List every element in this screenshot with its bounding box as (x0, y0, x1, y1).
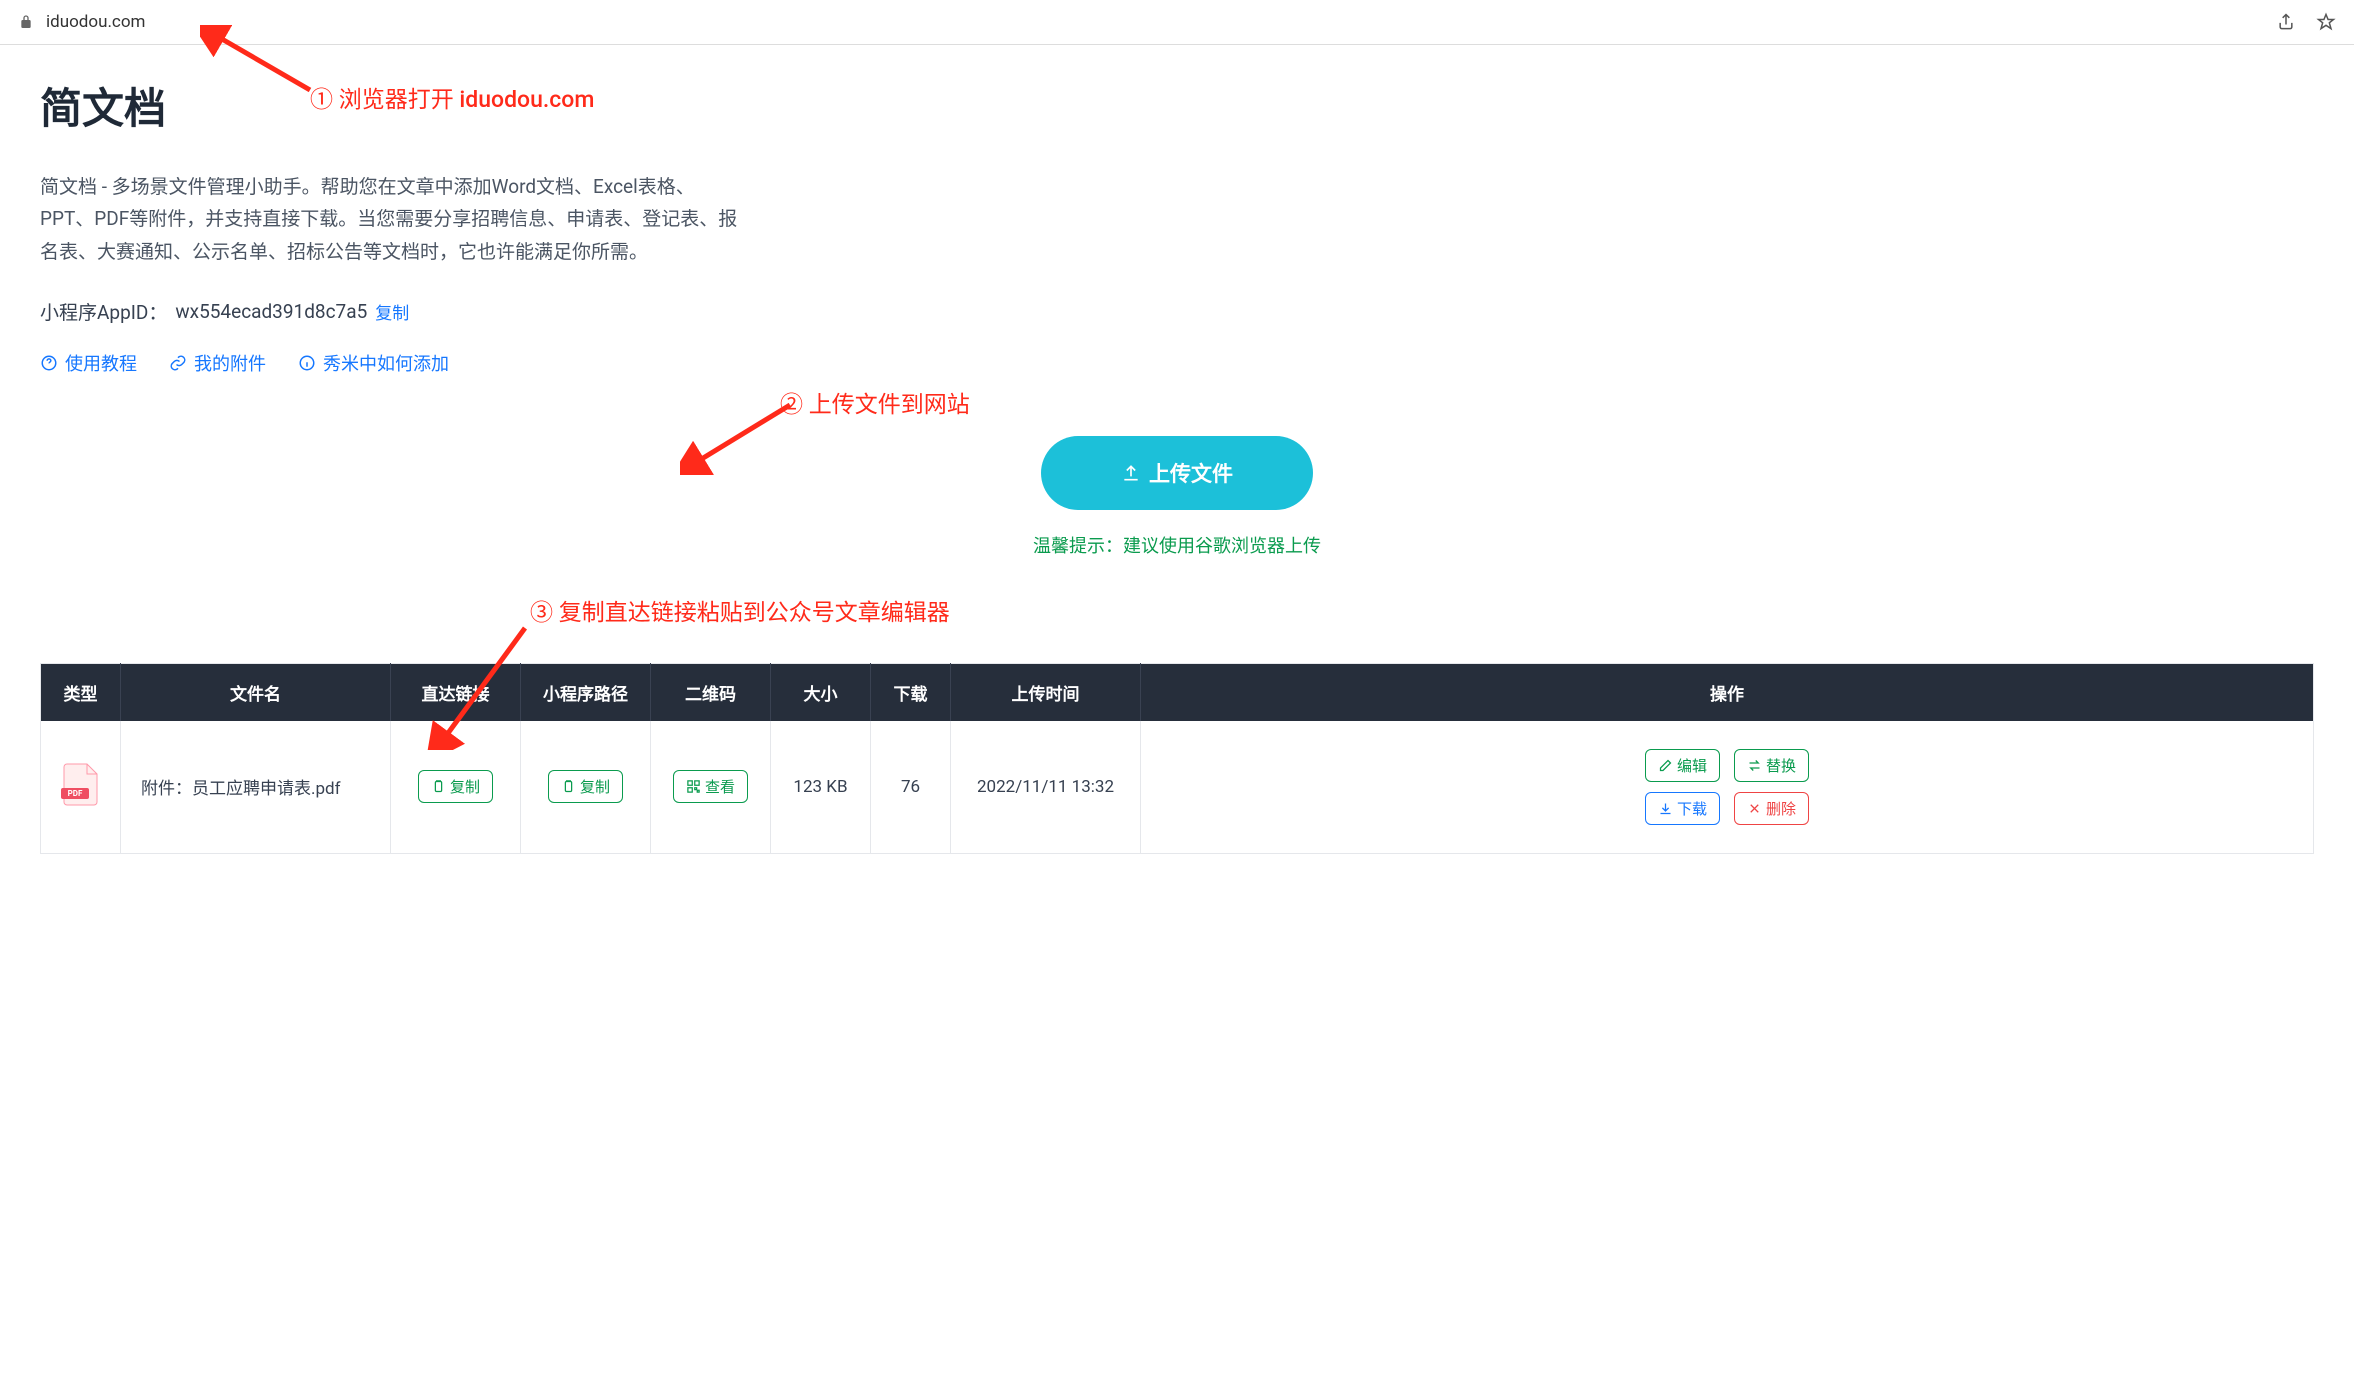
copy-appid-link[interactable]: 复制 (375, 299, 409, 324)
th-miniapp-path: 小程序路径 (521, 663, 651, 721)
question-circle-icon (40, 354, 58, 372)
table-row: PDF 附件：员工应聘申请表.pdf 复制 复制 (41, 721, 2314, 854)
annotation-step3: ③ 复制直达链接粘贴到公众号文章编辑器 (530, 593, 950, 627)
cell-size: 123 KB (771, 721, 871, 854)
th-downloads: 下载 (871, 663, 951, 721)
qrcode-icon (686, 779, 701, 794)
link-my-files[interactable]: 我的附件 (169, 350, 266, 376)
link-icon (169, 354, 187, 372)
copy-direct-link-button[interactable]: 复制 (418, 770, 493, 803)
x-icon (1747, 801, 1762, 816)
th-upload-time: 上传时间 (951, 663, 1141, 721)
info-circle-icon (298, 354, 316, 372)
cell-type: PDF (41, 721, 121, 854)
edit-button[interactable]: 编辑 (1645, 749, 1720, 782)
edit-icon (1658, 758, 1673, 773)
cell-actions: 编辑 替换 下载 删除 (1141, 721, 2314, 854)
upload-button[interactable]: 上传文件 (1041, 436, 1313, 510)
download-button[interactable]: 下载 (1645, 792, 1720, 825)
svg-text:PDF: PDF (67, 789, 82, 798)
th-size: 大小 (771, 663, 871, 721)
swap-icon (1747, 758, 1762, 773)
delete-button[interactable]: 删除 (1734, 792, 1809, 825)
clipboard-icon (431, 779, 446, 794)
copy-miniapp-path-button[interactable]: 复制 (548, 770, 623, 803)
pdf-icon: PDF (61, 762, 101, 806)
star-icon[interactable] (2316, 12, 2336, 32)
annotation-step2: ② 上传文件到网站 (780, 385, 970, 419)
page-description: 简文档 - 多场景文件管理小助手。帮助您在文章中添加Word文档、Excel表格… (40, 171, 740, 268)
link-xiumi-help-label: 秀米中如何添加 (323, 350, 449, 376)
th-actions: 操作 (1141, 663, 2314, 721)
link-my-files-label: 我的附件 (194, 350, 266, 376)
view-qrcode-button[interactable]: 查看 (673, 770, 748, 803)
replace-button[interactable]: 替换 (1734, 749, 1809, 782)
th-qrcode: 二维码 (651, 663, 771, 721)
clipboard-icon (561, 779, 576, 794)
appid-row: 小程序AppID： wx554ecad391d8c7a5 复制 (40, 298, 2314, 325)
cell-qrcode: 查看 (651, 721, 771, 854)
share-icon[interactable] (2276, 12, 2296, 32)
appid-value: wx554ecad391d8c7a5 (175, 300, 367, 323)
cell-direct-link: 复制 (391, 721, 521, 854)
th-filename: 文件名 (121, 663, 391, 721)
cell-filename: 附件：员工应聘申请表.pdf (121, 721, 391, 854)
cell-downloads: 76 (871, 721, 951, 854)
upload-tip: 温馨提示：建议使用谷歌浏览器上传 (40, 532, 2314, 558)
files-table: 类型 文件名 直达链接 小程序路径 二维码 大小 下载 上传时间 操作 (40, 663, 2314, 854)
page-title: 简文档 (40, 75, 2314, 136)
tip-text: 建议使用谷歌浏览器上传 (1123, 536, 1321, 557)
link-xiumi-help[interactable]: 秀米中如何添加 (298, 350, 449, 376)
tip-prefix: 温馨提示： (1033, 536, 1123, 557)
link-tutorial[interactable]: 使用教程 (40, 350, 137, 376)
upload-icon (1121, 463, 1141, 483)
th-type: 类型 (41, 663, 121, 721)
appid-label: 小程序AppID： (40, 298, 167, 325)
cell-miniapp-path: 复制 (521, 721, 651, 854)
link-tutorial-label: 使用教程 (65, 350, 137, 376)
download-icon (1658, 801, 1673, 816)
cell-upload-time: 2022/11/11 13:32 (951, 721, 1141, 854)
browser-address-bar: iduodou.com (0, 0, 2354, 45)
url-text[interactable]: iduodou.com (46, 12, 145, 32)
upload-button-label: 上传文件 (1149, 458, 1233, 488)
th-direct-link: 直达链接 (391, 663, 521, 721)
lock-icon (18, 14, 34, 30)
